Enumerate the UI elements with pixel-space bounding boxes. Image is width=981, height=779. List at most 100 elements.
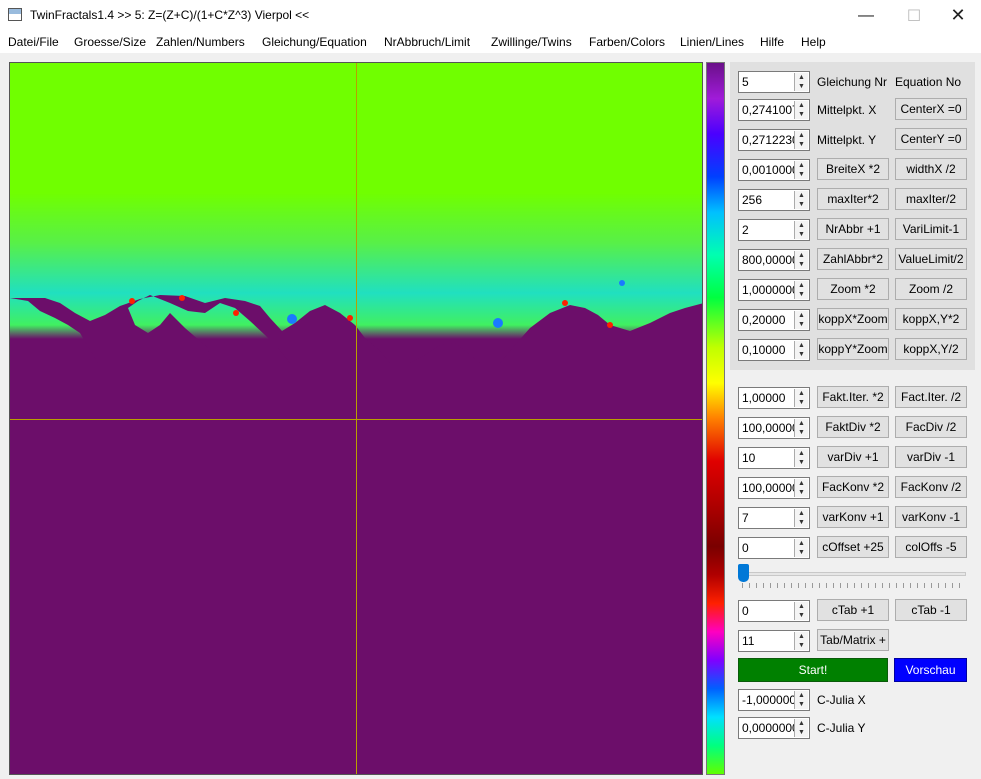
fac-konv-half-button[interactable]: FacKonv /2 [895, 476, 967, 498]
menu-hilfe[interactable]: Hilfe [760, 35, 784, 49]
slider-ticks [742, 583, 966, 588]
equation-value: 5 [742, 75, 749, 89]
spin-arrows-icon[interactable]: ▲ ▼ [794, 131, 808, 149]
julia-y-spinbox[interactable]: 0,0000000 ▲ ▼ [738, 717, 810, 739]
kopp-y-spinbox[interactable]: 0,10000 ▲ ▼ [738, 339, 810, 361]
var-div-spinbox[interactable]: 10 ▲ ▼ [738, 447, 810, 469]
fac-konv-spinbox[interactable]: 100,00000 ▲ ▼ [738, 477, 810, 499]
spin-arrows-icon[interactable]: ▲ ▼ [794, 73, 808, 91]
app-icon [8, 8, 22, 21]
color-offset-slider[interactable] [738, 564, 968, 588]
spin-arrows-icon[interactable]: ▲ ▼ [794, 221, 808, 239]
fakt-iter-half-button[interactable]: Fact.Iter. /2 [895, 386, 967, 408]
spin-arrows-icon[interactable]: ▲ ▼ [794, 191, 808, 209]
menu-size[interactable]: Groesse/Size [74, 35, 146, 49]
menu-lines[interactable]: Linien/Lines [680, 35, 744, 49]
crosshair-horizontal [10, 419, 702, 420]
fractal-canvas[interactable] [9, 62, 703, 775]
center-x-reset-button[interactable]: CenterX =0 [895, 98, 967, 120]
menu-twins[interactable]: Zwillinge/Twins [491, 35, 572, 49]
fakt-div-half-button[interactable]: FacDiv /2 [895, 416, 967, 438]
close-button[interactable]: ✕ [935, 0, 981, 31]
fac-konv-value: 100,00000 [742, 481, 796, 495]
max-iter-value: 256 [742, 193, 763, 207]
spin-arrows-icon[interactable]: ▲ ▼ [794, 509, 808, 527]
fakt-div-double-button[interactable]: FaktDiv *2 [817, 416, 889, 438]
max-iter-spinbox[interactable]: 256 ▲ ▼ [738, 189, 810, 211]
center-y-spinbox[interactable]: 0,2712230 ▲ ▼ [738, 129, 810, 151]
max-iter-half-button[interactable]: maxIter/2 [895, 188, 967, 210]
col-offs-dec-button[interactable]: colOffs -5 [895, 536, 967, 558]
value-limit-double-button[interactable]: ZahlAbbr*2 [817, 248, 889, 270]
spin-arrows-icon[interactable]: ▲ ▼ [794, 449, 808, 467]
c-tab-inc-button[interactable]: cTab +1 [817, 599, 889, 621]
center-x-spinbox[interactable]: 0,2741007 ▲ ▼ [738, 99, 810, 121]
preview-button[interactable]: Vorschau [894, 658, 967, 682]
var-konv-spinbox[interactable]: 7 ▲ ▼ [738, 507, 810, 529]
slider-thumb[interactable] [738, 564, 749, 582]
value-limit-half-button[interactable]: ValueLimit/2 [895, 248, 967, 270]
nr-abbr-spinbox[interactable]: 2 ▲ ▼ [738, 219, 810, 241]
spin-arrows-icon[interactable]: ▲ ▼ [794, 341, 808, 359]
vari-limit-dec-button[interactable]: VariLimit-1 [895, 218, 967, 240]
zoom-half-button[interactable]: Zoom /2 [895, 278, 967, 300]
kopp-x-spinbox[interactable]: 0,20000 ▲ ▼ [738, 309, 810, 331]
fakt-iter-spinbox[interactable]: 1,00000 ▲ ▼ [738, 387, 810, 409]
spin-arrows-icon[interactable]: ▲ ▼ [794, 479, 808, 497]
menu-help[interactable]: Help [801, 35, 826, 49]
zoom-double-button[interactable]: Zoom *2 [817, 278, 889, 300]
c-offset-inc-button[interactable]: cOffset +25 [817, 536, 889, 558]
center-x-value: 0,2741007 [742, 103, 796, 117]
menu-colors[interactable]: Farben/Colors [589, 35, 665, 49]
tab-matrix-inc-button[interactable]: Tab/Matrix + [817, 629, 889, 651]
c-tab-dec-button[interactable]: cTab -1 [895, 599, 967, 621]
var-konv-inc-button[interactable]: varKonv +1 [817, 506, 889, 528]
fac-konv-double-button[interactable]: FacKonv *2 [817, 476, 889, 498]
spin-arrows-icon[interactable]: ▲ ▼ [794, 389, 808, 407]
value-limit-spinbox[interactable]: 800,00000 ▲ ▼ [738, 249, 810, 271]
center-y-reset-button[interactable]: CenterY =0 [895, 128, 967, 150]
kopp-y-zoom-button[interactable]: koppY*Zoom [817, 338, 889, 360]
spin-arrows-icon[interactable]: ▲ ▼ [794, 161, 808, 179]
minimize-button[interactable]: — [843, 0, 889, 31]
equation-spinbox[interactable]: 5 ▲ ▼ [738, 71, 810, 93]
c-tab-spinbox[interactable]: 0 ▲ ▼ [738, 600, 810, 622]
c-offset-spinbox[interactable]: 0 ▲ ▼ [738, 537, 810, 559]
window-title: TwinFractals1.4 >> 5: Z=(Z+C)/(1+C*Z^3) … [30, 8, 310, 22]
menu-equation[interactable]: Gleichung/Equation [262, 35, 367, 49]
spin-arrows-icon[interactable]: ▲ ▼ [794, 632, 808, 650]
menu-limit[interactable]: NrAbbruch/Limit [384, 35, 470, 49]
julia-y-label: C-Julia Y [817, 721, 866, 735]
var-konv-dec-button[interactable]: varKonv -1 [895, 506, 967, 528]
menu-numbers[interactable]: Zahlen/Numbers [156, 35, 245, 49]
var-div-inc-button[interactable]: varDiv +1 [817, 446, 889, 468]
maximize-button[interactable]: ☐ [891, 0, 937, 31]
kopp-xy-double-button[interactable]: koppX,Y*2 [895, 308, 967, 330]
spin-arrows-icon[interactable]: ▲ ▼ [794, 539, 808, 557]
start-button[interactable]: Start! [738, 658, 888, 682]
nr-abbr-inc-button[interactable]: NrAbbr +1 [817, 218, 889, 240]
var-div-dec-button[interactable]: varDiv -1 [895, 446, 967, 468]
width-spinbox[interactable]: 0,0010000 ▲ ▼ [738, 159, 810, 181]
spin-arrows-icon[interactable]: ▲ ▼ [794, 419, 808, 437]
spin-arrows-icon[interactable]: ▲ ▼ [794, 101, 808, 119]
max-iter-double-button[interactable]: maxIter*2 [817, 188, 889, 210]
spin-arrows-icon[interactable]: ▲ ▼ [794, 691, 808, 709]
julia-x-spinbox[interactable]: -1,0000000▲▼ [738, 689, 810, 711]
equation-label-en: Equation No [895, 75, 962, 89]
tab-matrix-value: 11 [742, 634, 755, 648]
spin-arrows-icon[interactable]: ▲ ▼ [794, 311, 808, 329]
kopp-xy-half-button[interactable]: koppX,Y/2 [895, 338, 967, 360]
spin-arrows-icon[interactable]: ▲ ▼ [794, 719, 808, 737]
spin-arrows-icon[interactable]: ▲ ▼ [794, 251, 808, 269]
fakt-iter-double-button[interactable]: Fakt.Iter. *2 [817, 386, 889, 408]
menu-file[interactable]: Datei/File [8, 35, 59, 49]
zoom-spinbox[interactable]: 1,0000000 ▲ ▼ [738, 279, 810, 301]
spin-arrows-icon[interactable]: ▲ ▼ [794, 602, 808, 620]
tab-matrix-spinbox[interactable]: 11 ▲ ▼ [738, 630, 810, 652]
spin-arrows-icon[interactable]: ▲ ▼ [794, 281, 808, 299]
width-double-button[interactable]: BreiteX *2 [817, 158, 889, 180]
kopp-x-zoom-button[interactable]: koppX*Zoom [817, 308, 889, 330]
fakt-div-spinbox[interactable]: 100,00000 ▲ ▼ [738, 417, 810, 439]
width-half-button[interactable]: widthX /2 [895, 158, 967, 180]
